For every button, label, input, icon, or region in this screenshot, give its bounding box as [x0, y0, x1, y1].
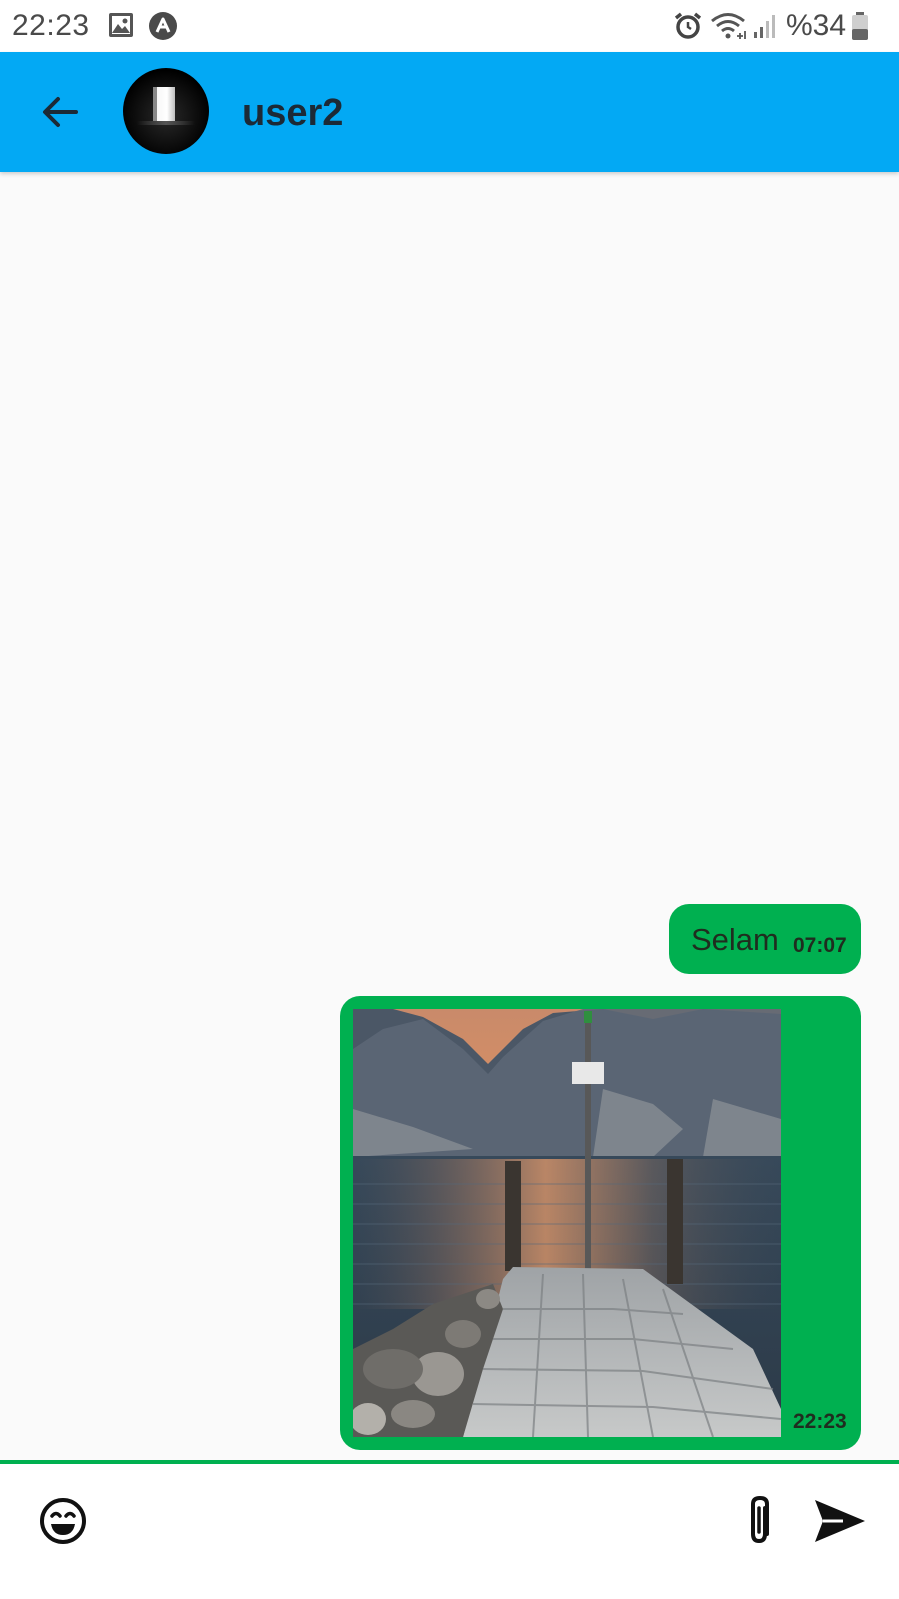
- door-icon: [153, 87, 175, 121]
- battery-percentage: %34: [786, 9, 847, 42]
- gallery-icon: [109, 13, 133, 37]
- message-time: 22:23: [793, 1410, 847, 1433]
- message-bubble-image[interactable]: 22:23: [340, 996, 861, 1450]
- a-letter-icon: [149, 12, 177, 40]
- emoji-icon: [40, 1498, 86, 1544]
- message-input-bar: [0, 1464, 899, 1599]
- paperclip-icon: [751, 1495, 769, 1544]
- wifi-icon: [711, 13, 746, 39]
- chat-header: user2: [0, 52, 899, 172]
- send-icon: [815, 1500, 865, 1542]
- arrow-left-icon: [43, 97, 78, 127]
- send-button[interactable]: [802, 1484, 876, 1558]
- message-time: 07:07: [793, 934, 847, 957]
- message-bubble-text[interactable]: Selam 07:07: [669, 904, 861, 974]
- message-photo[interactable]: [353, 1009, 781, 1437]
- message-input[interactable]: [112, 1488, 712, 1552]
- message-list[interactable]: Selam 07:07 22:23: [0, 172, 899, 1462]
- signal-icon: [754, 15, 775, 38]
- message-text: Selam: [691, 922, 779, 957]
- status-bar: 22:23 %34: [0, 0, 899, 52]
- lake-pier-sunset-photo: [353, 1009, 781, 1437]
- emoji-button[interactable]: [26, 1484, 100, 1558]
- attach-button[interactable]: [727, 1484, 793, 1558]
- alarm-icon: [674, 12, 702, 39]
- status-time: 22:23: [12, 9, 90, 42]
- battery-icon: [852, 12, 868, 40]
- avatar[interactable]: [123, 68, 209, 154]
- back-button[interactable]: [30, 82, 90, 142]
- contact-name[interactable]: user2: [242, 92, 343, 135]
